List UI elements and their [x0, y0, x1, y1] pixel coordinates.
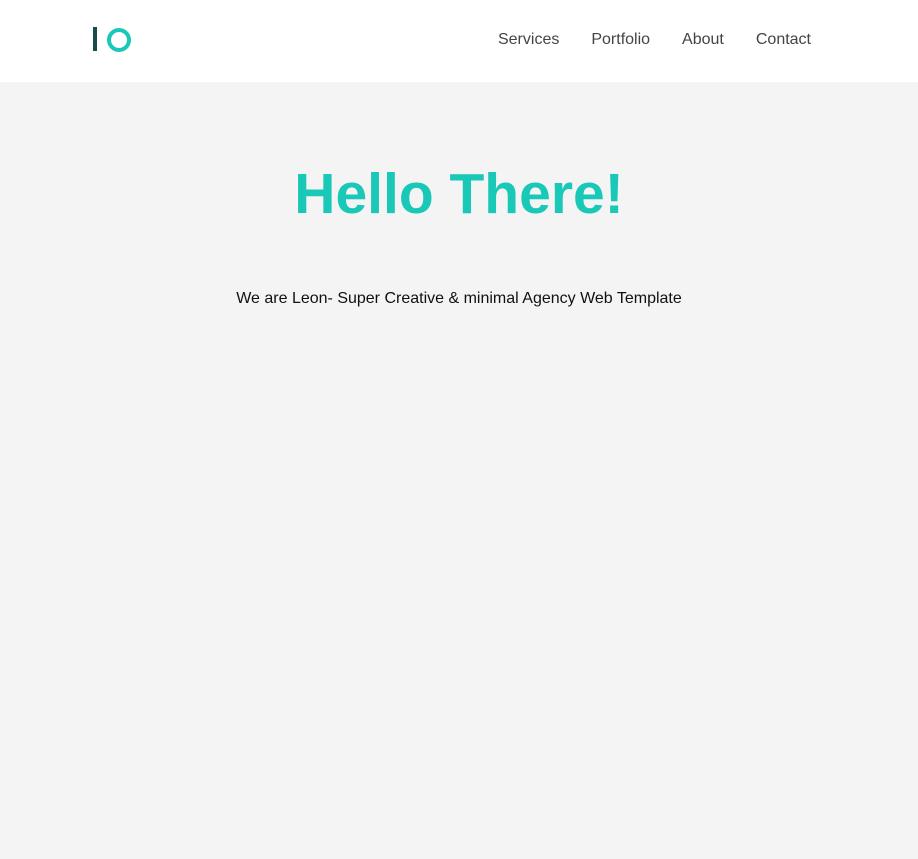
nav-link-services[interactable]: Services: [498, 30, 559, 49]
logo-bar-mark: [93, 27, 97, 51]
hero-subtitle: We are Leon- Super Creative & minimal Ag…: [236, 290, 682, 307]
nav-link-about[interactable]: About: [682, 30, 724, 49]
nav-link-contact[interactable]: Contact: [756, 30, 811, 49]
nav-link-portfolio[interactable]: Portfolio: [591, 30, 650, 49]
hero-section: Hello There! We are Leon- Super Creative…: [0, 82, 918, 859]
logo-ring-mark: [107, 28, 131, 52]
site-header: Services Portfolio About Contact: [0, 0, 918, 82]
main-navigation: Services Portfolio About Contact: [498, 30, 811, 49]
io-logo-icon[interactable]: [93, 26, 133, 52]
hero-title: Hello There!: [294, 162, 624, 226]
